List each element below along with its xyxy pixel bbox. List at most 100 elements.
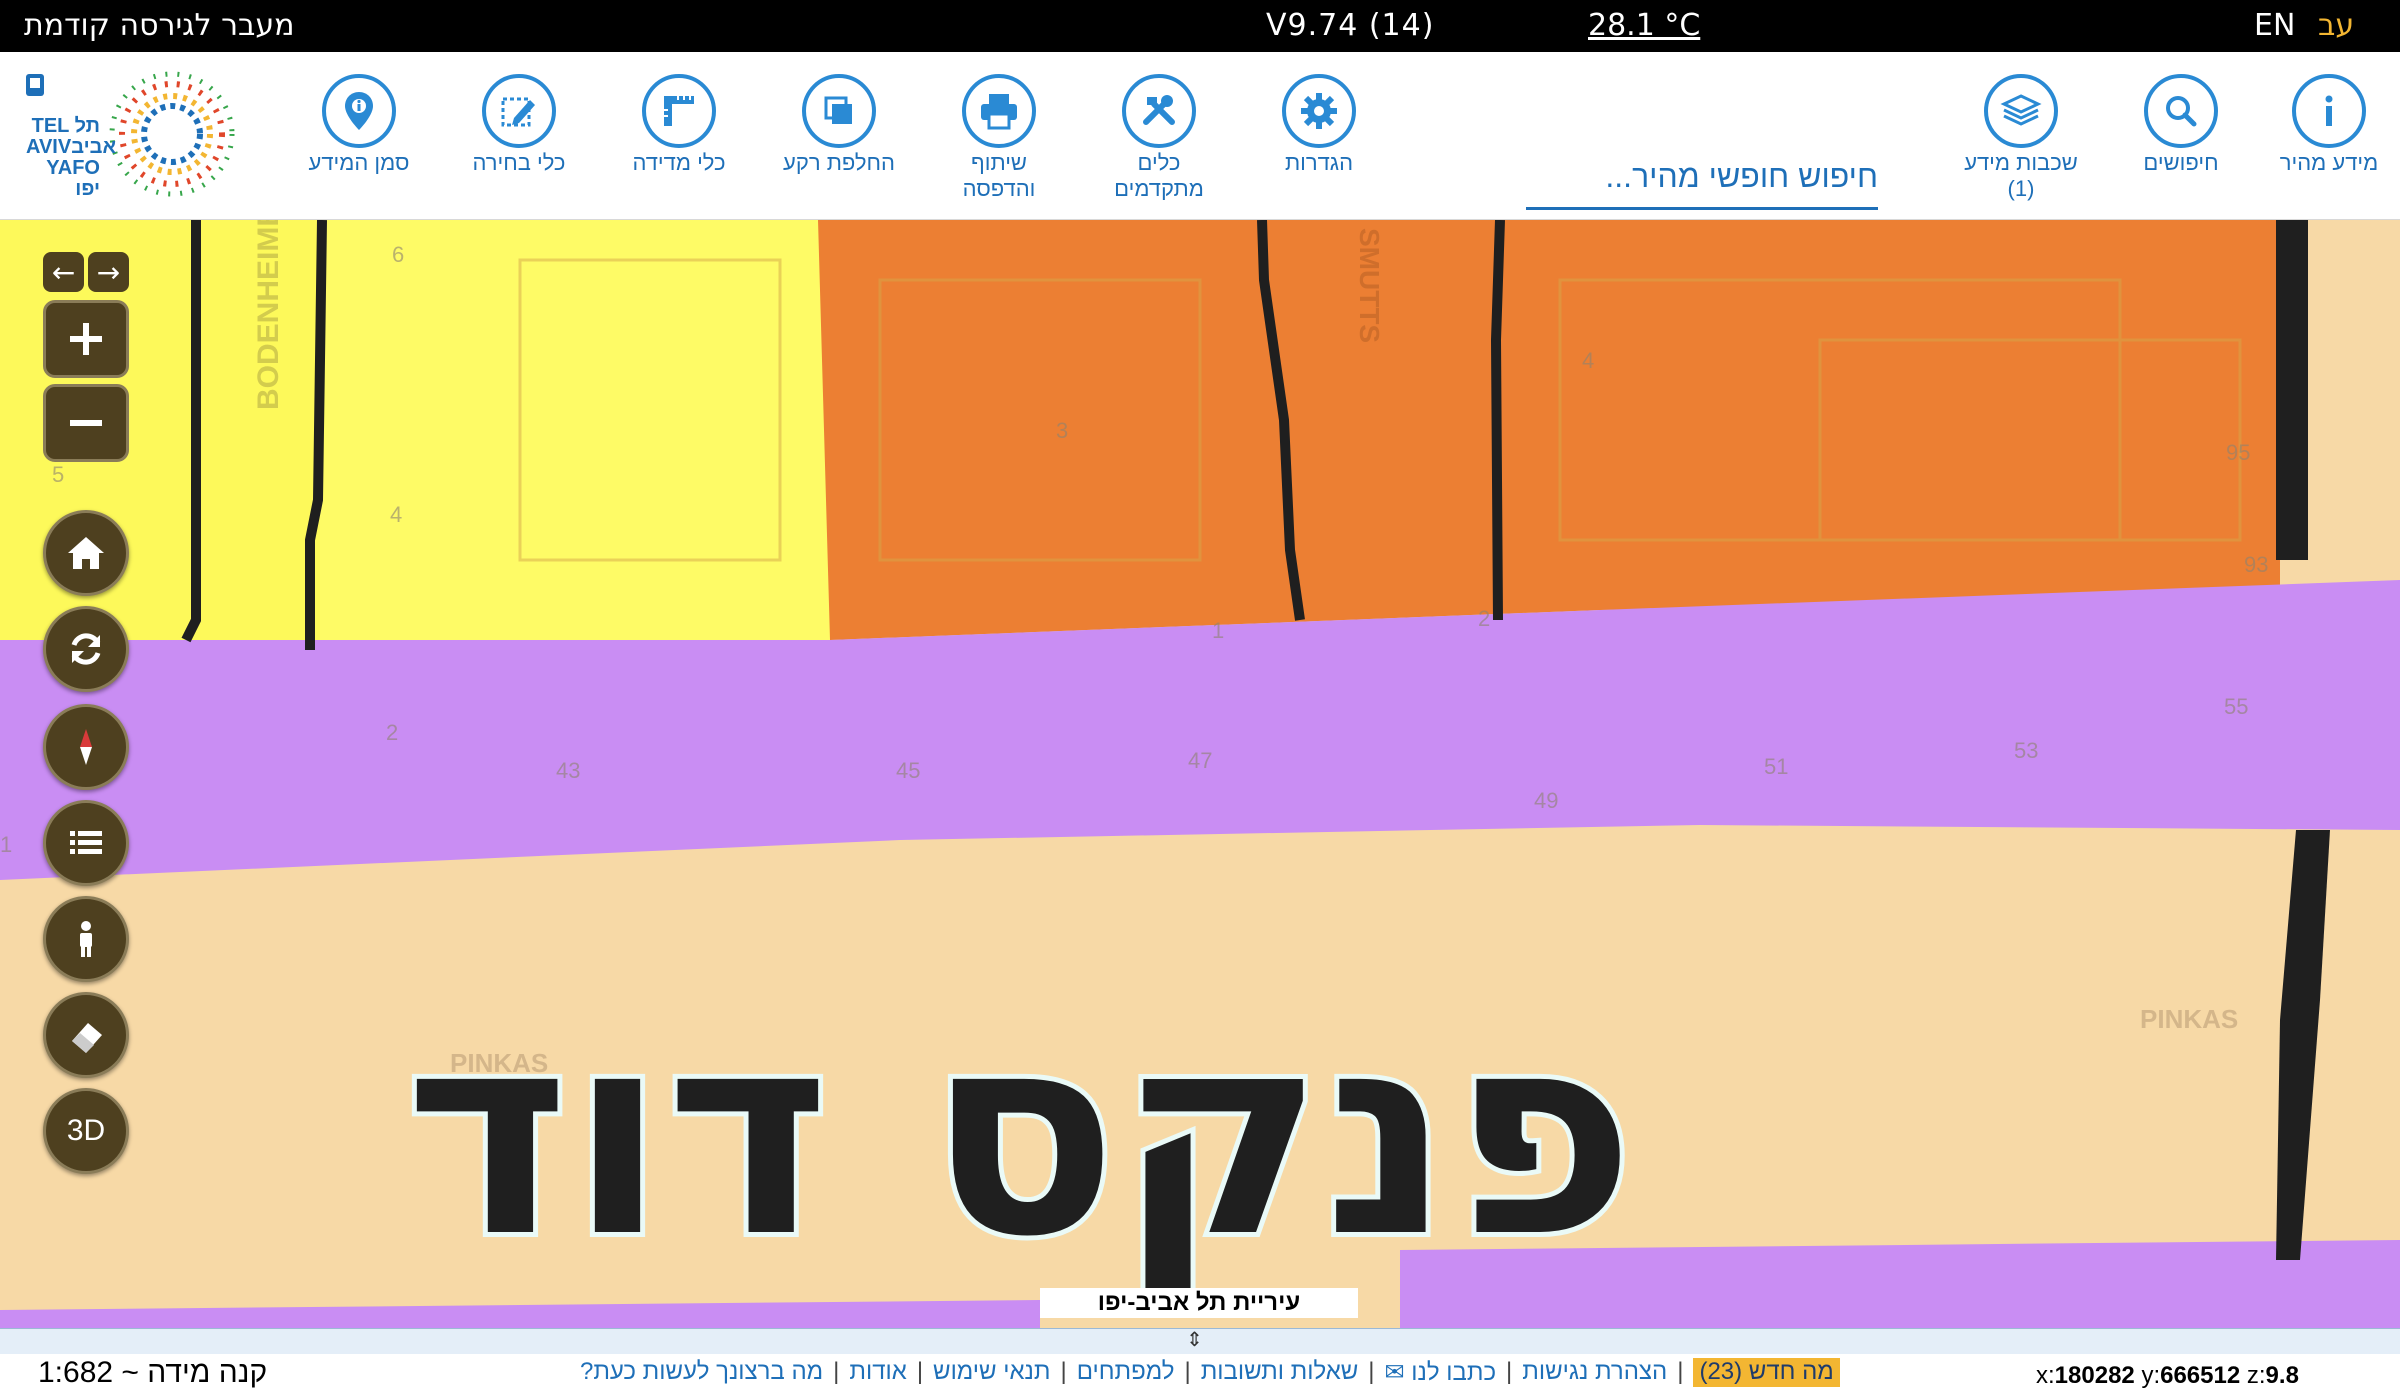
what-now-link[interactable]: מה ברצונך לעשות כעת? [580,1358,823,1387]
street-label-david-pinkas: פנקס דוד [405,973,1635,1302]
gis-app: מעבר לגירסה קודמת V9.74 (14) 28.1 °C EN … [0,0,2400,1392]
eraser-button[interactable] [43,992,129,1078]
x-value: 180282 [2054,1362,2135,1389]
logo-he-1: תל [74,115,100,137]
map-canvas[interactable]: BODENHEIMER SMUTTS PINKAS PINKAS 6 5 4 3… [0,220,2400,1328]
street-view-button[interactable] [43,896,129,982]
advanced-tools-button[interactable]: כלים מתקדמים [1074,74,1244,202]
settings-button[interactable]: הגדרות [1234,74,1404,176]
temperature-link[interactable]: 28.1 °C [1588,6,1700,46]
whats-new-badge[interactable]: מה חדש (23) [1693,1358,1840,1387]
searches-button[interactable]: חיפושים [2096,74,2266,176]
logo-he-2: אביב [71,136,117,158]
quick-info-button[interactable]: מידע מהיר [2244,74,2400,176]
legend-button[interactable] [43,800,129,886]
top-bar: מעבר לגירסה קודמת V9.74 (14) 28.1 °C EN … [0,0,2400,52]
eraser-icon [72,1023,102,1053]
refresh-icon [71,633,101,665]
layers-copy-icon [802,74,876,148]
basemap-switch-label: החלפת רקע [783,150,895,175]
refresh-button[interactable] [43,606,129,692]
parcel-number: 43 [556,758,580,783]
measure-tool-button[interactable]: כלי מדידה [594,74,764,176]
parcel-number: 2 [1478,606,1490,631]
advanced-tools-label-1: כלים [1137,150,1181,175]
3d-view-button[interactable]: 3D [43,1088,129,1174]
parcel-number: 51 [1764,754,1788,779]
compass-icon [80,729,92,765]
quick-info-label: מידע מהיר [2279,150,2379,175]
street-label-pinkas-east: PINKAS [2140,1004,2238,1034]
about-link[interactable]: אודות [849,1358,906,1387]
coordinate-readout: x:180282 y:666512 z:9.8 [2036,1362,2299,1390]
quick-search-input[interactable] [1526,146,1878,210]
tools-icon [1122,74,1196,148]
y-label: y: [2141,1362,2161,1389]
parcel-number: 2 [386,720,398,745]
history-forward-button[interactable]: → [88,252,129,292]
share-print-label-2: והדפסה [962,176,1036,201]
parcel-number: 47 [1188,748,1212,773]
main-toolbar: TEL תל AVIVאביב YAFO יפו סמן המידע כלי ב… [0,52,2400,220]
measure-tool-label: כלי מדידה [632,150,726,175]
zoom-out-button[interactable] [43,384,129,462]
map-pin-icon [322,74,396,148]
home-button[interactable] [43,510,129,596]
tel-aviv-logo[interactable]: TEL תל AVIVאביב YAFO יפו [22,70,252,200]
city-attribution: עיריית תל אביב-יפו [1040,1288,1358,1318]
language-en-button[interactable]: EN [2254,6,2295,46]
y-value: 666512 [2160,1362,2241,1389]
zoom-in-button[interactable] [43,300,129,378]
previous-version-link[interactable]: מעבר לגירסה קודמת [24,6,295,46]
printer-icon [962,74,1036,148]
ruler-icon [642,74,716,148]
parcel-number: 49 [1534,788,1558,813]
version-label: V9.74 (14) [1266,8,1435,43]
compass-button[interactable] [43,704,129,790]
accessibility-link[interactable]: הצהרת נגישות [1522,1358,1667,1387]
contact-link[interactable]: כתבו לנו ✉ [1385,1358,1497,1387]
info-marker-label: סמן המידע [308,150,410,175]
parcel-number: 1 [1212,618,1224,643]
map-layer[interactable]: BODENHEIMER SMUTTS PINKAS PINKAS 6 5 4 3… [0,220,2400,1328]
person-icon [80,921,92,957]
advanced-tools-label-2: מתקדמים [1114,176,1204,201]
layers-stack-icon [1984,74,2058,148]
plus-icon [70,323,102,355]
parcel-number: 55 [2224,694,2248,719]
settings-label: הגדרות [1284,150,1354,175]
street-label-smuts: SMUTTS [1354,228,1385,343]
share-print-label-1: שיתוף [971,150,1027,175]
footer-links: מה ברצונך לעשות כעת? | אודות | תנאי שימוש |… [580,1358,1840,1387]
logo-he-3: יפו [75,178,100,200]
select-tool-button[interactable]: כלי בחירה [434,74,604,176]
search-icon [2144,74,2218,148]
basemap-switch-button[interactable]: החלפת רקע [754,74,924,176]
logo-en-1: TEL [31,115,70,137]
info-marker-button[interactable]: סמן המידע [274,74,444,176]
faq-link[interactable]: שאלות ותשובות [1201,1358,1359,1387]
z-label: z: [2246,1362,2266,1389]
logo-en-2: AVIV [26,136,72,158]
z-value: 9.8 [2265,1362,2299,1389]
developers-link[interactable]: למפתחים [1077,1358,1175,1387]
logo-en-3: YAFO [46,157,100,179]
minus-icon [70,420,102,426]
language-he-button[interactable]: עב [2318,6,2354,46]
parcel-number: 5 [52,462,64,487]
terms-link[interactable]: תנאי שימוש [933,1358,1050,1387]
info-layers-label-1: שכבות מידע [1964,150,2078,175]
parcel-number: 1 [0,832,12,857]
searches-label: חיפושים [2143,150,2219,175]
bottom-panel-handle[interactable]: ⇕ [0,1327,2400,1354]
share-print-label: שיתוף והדפסה [914,150,1084,202]
x-label: x: [2036,1362,2055,1389]
parcel-number: 4 [1582,348,1594,373]
info-layers-label: שכבות מידע (1) [1936,150,2106,202]
history-nav: ← → [43,252,129,292]
street-label-bodenheimer: BODENHEIMER [252,220,285,410]
history-back-button[interactable]: ← [43,252,84,292]
advanced-tools-label: כלים מתקדמים [1074,150,1244,202]
info-layers-button[interactable]: שכבות מידע (1) [1936,74,2106,202]
share-print-button[interactable]: שיתוף והדפסה [914,74,1084,202]
